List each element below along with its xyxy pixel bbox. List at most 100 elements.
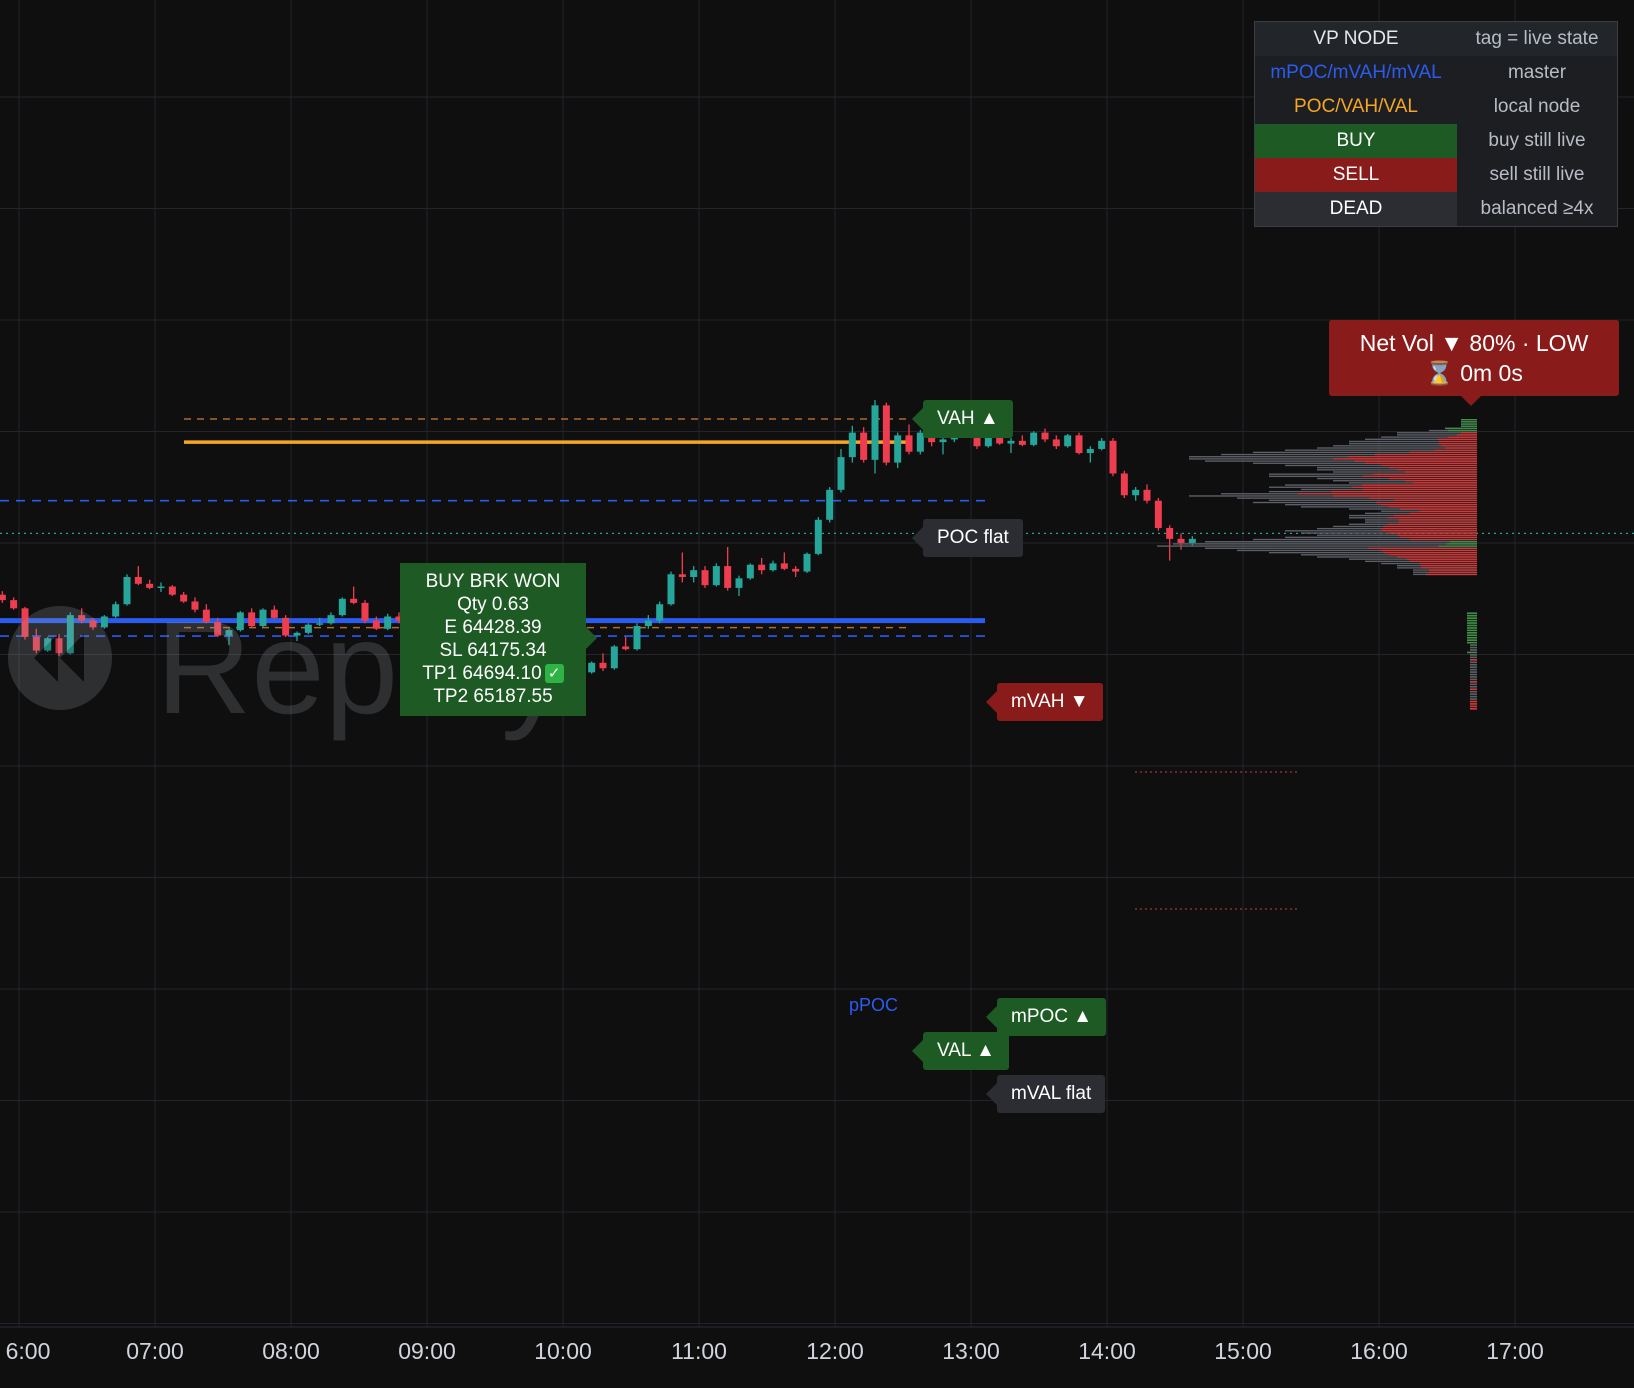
candle-body xyxy=(157,586,165,589)
vp-delta-bar xyxy=(1421,567,1477,569)
candle-body xyxy=(939,439,947,443)
vp-strip-bar xyxy=(1467,624,1477,627)
vp-legend: VP NODE tag = live state mPOC/mVAH/mVAL … xyxy=(1254,21,1618,227)
vp-delta-bar xyxy=(1333,495,1477,497)
vp-delta-bar xyxy=(1438,545,1477,547)
vp-strip-bar xyxy=(1470,673,1477,676)
vp-delta-bar xyxy=(1347,456,1477,458)
candle-body xyxy=(633,626,641,650)
vp-strip-bar xyxy=(1467,622,1477,624)
vp-delta-bar xyxy=(1409,538,1477,541)
x-tick-label: 12:00 xyxy=(806,1338,864,1364)
vp-strip-bar xyxy=(1467,629,1477,632)
trade-box[interactable]: BUY BRK WON Qty 0.63 E 64428.39 SL 64175… xyxy=(400,563,597,716)
vp-delta-bar xyxy=(1362,475,1477,478)
vp-delta-bar xyxy=(1397,469,1477,471)
vp-delta-bar xyxy=(1387,517,1477,519)
vp-delta-bar xyxy=(1362,488,1477,491)
vp-strip-bar xyxy=(1470,668,1477,671)
vp-delta-bar xyxy=(1361,484,1477,486)
vp-delta-bar xyxy=(1409,451,1477,454)
vp-strip-bar xyxy=(1470,649,1477,651)
vp-delta-bar xyxy=(1381,530,1477,532)
vp-delta-bar xyxy=(1457,434,1477,436)
vp-strip-bar xyxy=(1470,678,1477,681)
vp-delta-bar xyxy=(1438,442,1477,445)
trade-tp2: TP2 65187.55 xyxy=(433,686,553,707)
x-tick-label: 15:00 xyxy=(1214,1338,1272,1364)
legend-dead-label: DEAD xyxy=(1255,192,1457,226)
candle-body xyxy=(758,564,766,571)
vp-strip-bar xyxy=(1470,693,1477,695)
candle-body xyxy=(599,662,607,669)
vp-delta-bar xyxy=(1389,506,1477,508)
legend-local-desc: local node xyxy=(1493,96,1581,117)
vp-delta-bar xyxy=(1381,464,1477,467)
vp-delta-bar xyxy=(1438,440,1477,443)
vp-strip-bar xyxy=(1470,683,1477,686)
vp-delta-bar xyxy=(1461,425,1477,427)
ppoc-label: pPOC xyxy=(849,995,899,1015)
candle-body xyxy=(656,604,664,621)
legend-master-desc: master xyxy=(1507,62,1567,83)
x-tick-label: 07:00 xyxy=(126,1338,184,1364)
vp-strip-bar xyxy=(1467,632,1477,634)
vp-strip-bar xyxy=(1470,661,1477,664)
candle-body xyxy=(134,576,142,584)
vp-strip-bar xyxy=(1467,651,1477,654)
legend-sell-desc: sell still live xyxy=(1489,164,1585,185)
vp-delta-bar xyxy=(1387,523,1477,525)
x-tick-label: 14:00 xyxy=(1078,1338,1136,1364)
vp-delta-bar xyxy=(1437,438,1477,440)
legend-buy-desc: buy still live xyxy=(1488,130,1586,151)
x-tick-label: 08:00 xyxy=(262,1338,320,1364)
poc-tag[interactable]: POC flat xyxy=(912,519,1023,557)
vp-strip-bar xyxy=(1467,614,1477,617)
vp-delta-bar xyxy=(1389,477,1477,480)
vp-delta-bar xyxy=(1352,486,1477,488)
vp-strip-bar xyxy=(1470,656,1477,659)
vp-strip-bar xyxy=(1470,698,1477,700)
vp-strip-bar xyxy=(1470,705,1477,708)
vp-delta-bar xyxy=(1331,490,1477,493)
candle-body xyxy=(837,457,845,490)
legend-header-left: VP NODE xyxy=(1313,28,1399,49)
vp-delta-bar xyxy=(1400,508,1477,510)
candle-body xyxy=(803,553,811,572)
candle-body xyxy=(826,489,834,520)
vp-delta-bar xyxy=(1409,560,1477,563)
vp-delta-bar xyxy=(1461,432,1477,434)
x-tick-label: 11:00 xyxy=(671,1338,727,1364)
vp-strip-bar xyxy=(1470,690,1477,693)
vp-strip-bar xyxy=(1470,644,1477,646)
legend-header-right: tag = live state xyxy=(1475,28,1599,49)
vp-strip-bar xyxy=(1470,671,1477,673)
vp-delta-bar xyxy=(1389,466,1477,469)
net-volume-timer: 0m 0s xyxy=(1460,360,1523,386)
candle-body xyxy=(112,604,120,617)
vp-total-bar xyxy=(1205,541,1477,543)
vp-delta-bar xyxy=(1381,527,1477,530)
candle-body xyxy=(1177,538,1185,543)
vah-tag[interactable]: VAH ▲ xyxy=(912,400,1013,438)
vp-delta-bar xyxy=(1389,532,1477,534)
vp-delta-bar xyxy=(1405,480,1477,482)
vp-delta-bar xyxy=(1381,549,1477,552)
candle-body xyxy=(678,574,686,577)
vp-delta-bar xyxy=(1449,541,1477,543)
mval-tag[interactable]: mVAL flat xyxy=(985,1075,1106,1113)
candle-body xyxy=(667,574,675,605)
val-tag[interactable]: VAL ▲ xyxy=(912,1032,1009,1070)
vp-strip-bar xyxy=(1470,688,1477,691)
vp-delta-bar xyxy=(1446,543,1477,545)
vp-strip-bar xyxy=(1470,658,1477,661)
vp-delta-bar xyxy=(1374,453,1477,456)
mpoc-tag[interactable]: mPOC ▲ xyxy=(985,998,1107,1036)
mvah-tag[interactable]: mVAH ▼ xyxy=(986,683,1103,721)
candle-body xyxy=(1041,432,1049,440)
candle-body xyxy=(1109,440,1117,474)
vp-delta-bar xyxy=(1461,423,1477,425)
net-volume-badge: Net Vol ▼ 80% · LOW ⌛ 0m 0s xyxy=(1329,320,1619,406)
vp-strip-bar xyxy=(1470,703,1477,705)
candle-body xyxy=(792,568,800,572)
